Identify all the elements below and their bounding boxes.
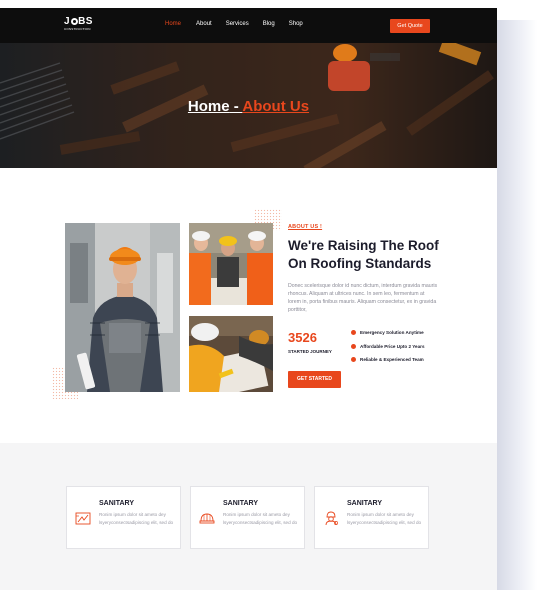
stat-label: STARTED JOURNEY — [288, 349, 332, 354]
nav-item-shop[interactable]: Shop — [289, 21, 303, 27]
service-card[interactable]: SANITARY Ronim ipsum dolor sit ameto dey… — [66, 486, 181, 549]
about-paragraph: Donec scelerisque dolor id nunc dictum, … — [288, 283, 438, 313]
get-started-button[interactable]: GET STARTED — [288, 371, 341, 388]
logo-mark: J BS — [64, 16, 93, 27]
service-description: Ronim ipsum dolor sit ameto dey lsyeryco… — [99, 512, 174, 525]
feature-text: Emergency Solution Anytime — [360, 330, 424, 336]
section-tag: ABOUT US ! — [288, 224, 323, 230]
logo-subtitle: CONSTRUCTION — [64, 27, 91, 31]
feature-item: Reliable & Experienced Team — [351, 353, 425, 367]
worker-icon — [325, 511, 338, 526]
nav-item-blog[interactable]: Blog — [263, 21, 275, 27]
get-quote-button[interactable]: Get Quote — [390, 19, 430, 33]
nav-menu: Home About Services Blog Shop — [165, 21, 303, 27]
blueprint-review-photo — [189, 316, 273, 392]
nav-item-about[interactable]: About — [196, 21, 212, 27]
service-title: SANITARY — [223, 500, 258, 507]
hero-banner: Home - About Us — [0, 43, 497, 168]
service-description: Ronim ipsum dolor sit ameto dey lsyeryco… — [223, 512, 298, 525]
service-card[interactable]: SANITARY Ronim ipsum dolor sit ameto dey… — [314, 486, 429, 549]
breadcrumb-separator: - — [229, 98, 243, 115]
breadcrumb-current: About Us — [242, 98, 310, 115]
hard-hat-icon — [199, 513, 215, 524]
feature-text: Reliable & Experienced Team — [360, 357, 424, 363]
feature-list: Emergency Solution Anytime Affordable Pr… — [351, 326, 425, 367]
about-heading: We're Raising The Roof On Roofing Standa… — [288, 238, 439, 271]
service-title: SANITARY — [347, 500, 382, 507]
blueprint-icon — [75, 512, 91, 525]
logo[interactable]: J BS CONSTRUCTION — [64, 16, 93, 32]
stat-number: 3526 — [288, 330, 317, 345]
worker-portrait-photo — [65, 223, 180, 392]
services-section: SANITARY Ronim ipsum dolor sit ameto dey… — [0, 443, 497, 590]
bullet-icon — [351, 357, 356, 363]
feature-item: Affordable Price Upto 2 Years — [351, 340, 425, 354]
service-card[interactable]: SANITARY Ronim ipsum dolor sit ameto dey… — [190, 486, 305, 549]
team-planning-photo — [189, 223, 273, 305]
nav-item-services[interactable]: Services — [226, 21, 249, 27]
feature-text: Affordable Price Upto 2 Years — [360, 343, 425, 349]
bullet-icon — [351, 343, 356, 349]
service-title: SANITARY — [99, 500, 134, 507]
hero-breadcrumb: Home - About Us — [0, 98, 497, 115]
breadcrumb-home-link[interactable]: Home — [188, 98, 230, 115]
page: J BS CONSTRUCTION Home About Services Blo… — [0, 8, 497, 590]
bullet-icon — [351, 330, 356, 336]
nav-item-home[interactable]: Home — [165, 21, 181, 27]
top-nav: J BS CONSTRUCTION Home About Services Blo… — [0, 8, 497, 43]
page-shadow — [497, 20, 537, 590]
feature-item: Emergency Solution Anytime — [351, 326, 425, 340]
service-description: Ronim ipsum dolor sit ameto dey lsyeryco… — [347, 512, 422, 525]
